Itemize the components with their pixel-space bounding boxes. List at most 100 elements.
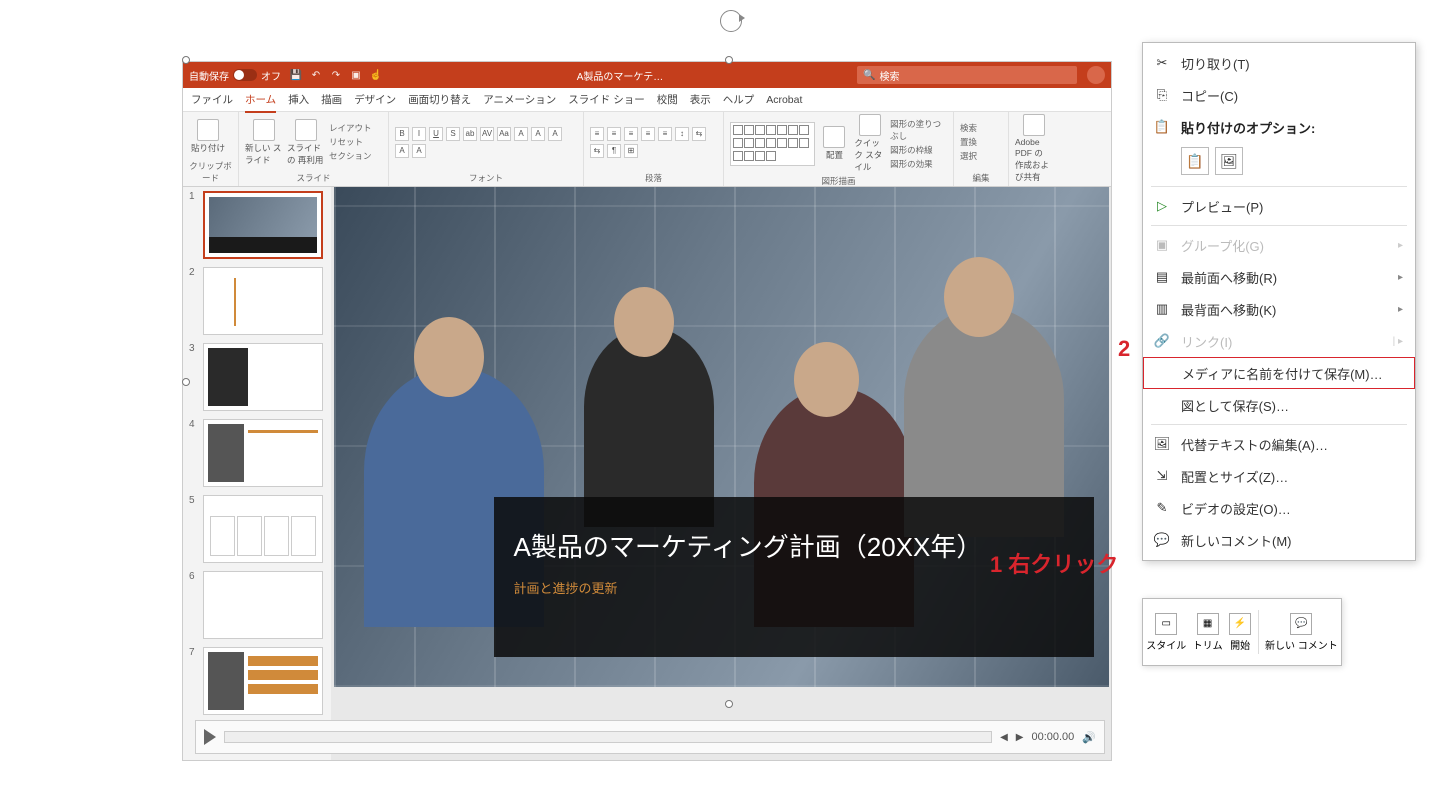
- annotation-1: 1 右クリック: [990, 547, 1118, 579]
- replace-button[interactable]: 置換: [960, 136, 977, 148]
- ctx-video-format[interactable]: ✎ビデオの設定(O)…: [1143, 492, 1415, 524]
- pdf-icon: [1023, 114, 1045, 136]
- group-paragraph: ≡≡≡≡≡↕⇆⇆¶⊞ 段落: [584, 112, 724, 186]
- trim-icon: ▦: [1197, 613, 1219, 635]
- adobe-pdf-button[interactable]: Adobe PDF の 作成および共有: [1015, 114, 1053, 183]
- blank-icon: [1153, 396, 1171, 414]
- trim-button[interactable]: ▦トリム: [1193, 613, 1223, 652]
- ctx-preview[interactable]: ▷プレビュー(P): [1143, 190, 1415, 222]
- ctx-group: ▣グループ化(G)▸: [1143, 229, 1415, 261]
- slide-thumb-6[interactable]: 6: [189, 571, 325, 639]
- toggle-icon: [233, 69, 257, 81]
- embedded-video[interactable]: A製品のマーケティング計画（20XX年） 計画と進捗の更新: [334, 187, 1109, 687]
- seek-track[interactable]: [224, 731, 992, 743]
- ctx-bring-front[interactable]: ▤最前面へ移動(R)▸: [1143, 261, 1415, 293]
- video-settings-icon: ✎: [1153, 499, 1171, 517]
- ctx-copy[interactable]: ⎘コピー(C): [1143, 79, 1415, 111]
- shape-effects[interactable]: 図形の効果: [890, 158, 947, 170]
- titlebar: 自動保存 オフ 💾 ↶ ↷ ▣ ☝ A製品のマーケテ… 🔍 検索: [183, 62, 1111, 88]
- tab-insert[interactable]: 挿入: [288, 92, 309, 107]
- start-button[interactable]: ⚡開始: [1229, 613, 1251, 652]
- reset-button[interactable]: リセット: [329, 136, 372, 148]
- tab-home[interactable]: ホーム: [245, 92, 276, 107]
- touch-icon[interactable]: ☝: [369, 68, 383, 82]
- reuse-slide-icon: [295, 119, 317, 141]
- comment-icon: 💬: [1153, 531, 1171, 549]
- tab-design[interactable]: デザイン: [354, 92, 396, 107]
- context-menu: ✂切り取り(T) ⎘コピー(C) 📋貼り付けのオプション: 📋 🖼 ▷プレビュー…: [1142, 42, 1416, 561]
- selection-handle[interactable]: [725, 56, 733, 64]
- ctx-link: 🔗リンク(I)| ▸: [1143, 325, 1415, 357]
- style-button[interactable]: ▭スタイル: [1146, 613, 1186, 652]
- selection-handle[interactable]: [725, 700, 733, 708]
- ctx-paste-header: 📋貼り付けのオプション:: [1143, 111, 1415, 143]
- font-controls[interactable]: BIUSabAVAaAAAAA: [395, 127, 565, 158]
- new-comment-button[interactable]: 💬新しい コメント: [1265, 613, 1338, 652]
- slide-thumb-3[interactable]: 3: [189, 343, 325, 411]
- group-drawing: 配置 クイック スタイル 図形の塗りつぶし 図形の枠線 図形の効果 図形描画: [724, 112, 954, 186]
- step-back-button[interactable]: ◀: [1000, 732, 1008, 743]
- rotate-handle[interactable]: [720, 10, 742, 32]
- search-box[interactable]: 🔍 検索: [857, 66, 1077, 84]
- ctx-cut[interactable]: ✂切り取り(T): [1143, 47, 1415, 79]
- play-button[interactable]: [204, 729, 216, 745]
- tab-help[interactable]: ヘルプ: [723, 92, 755, 107]
- slide-thumb-7[interactable]: 7: [189, 647, 325, 715]
- slide-thumb-2[interactable]: 2: [189, 267, 325, 335]
- find-button[interactable]: 検索: [960, 122, 977, 134]
- shape-fill[interactable]: 図形の塗りつぶし: [890, 118, 947, 142]
- ctx-size-position[interactable]: ⇲配置とサイズ(Z)…: [1143, 460, 1415, 492]
- link-icon: 🔗: [1153, 332, 1171, 350]
- arrange-button[interactable]: 配置: [819, 126, 851, 161]
- paste-picture[interactable]: 🖼: [1215, 147, 1243, 175]
- reuse-slide-button[interactable]: スライドの 再利用: [287, 119, 325, 166]
- tab-file[interactable]: ファイル: [191, 92, 233, 107]
- select-button[interactable]: 選択: [960, 150, 977, 162]
- paragraph-controls[interactable]: ≡≡≡≡≡↕⇆⇆¶⊞: [590, 127, 717, 158]
- slide-canvas[interactable]: A製品のマーケティング計画（20XX年） 計画と進捗の更新: [331, 187, 1111, 760]
- shapes-gallery[interactable]: [730, 122, 815, 166]
- shape-outline[interactable]: 図形の枠線: [890, 144, 947, 156]
- section-button[interactable]: セクション: [329, 150, 372, 162]
- slide-thumb-1[interactable]: 1: [189, 191, 325, 259]
- tab-review[interactable]: 校閲: [657, 92, 678, 107]
- step-forward-button[interactable]: ▶: [1016, 732, 1024, 743]
- autosave-label: 自動保存: [189, 68, 229, 83]
- ctx-save-media[interactable]: メディアに名前を付けて保存(M)…: [1143, 357, 1415, 389]
- tab-animations[interactable]: アニメーション: [483, 92, 556, 107]
- account-avatar[interactable]: [1087, 66, 1105, 84]
- ctx-send-back[interactable]: ▥最背面へ移動(K)▸: [1143, 293, 1415, 325]
- tab-transitions[interactable]: 画面切り替え: [408, 92, 471, 107]
- ribbon-tabs: ファイル ホーム 挿入 描画 デザイン 画面切り替え アニメーション スライド …: [183, 88, 1111, 112]
- tab-slideshow[interactable]: スライド ショー: [568, 92, 644, 107]
- save-icon[interactable]: 💾: [289, 68, 303, 82]
- ctx-new-comment[interactable]: 💬新しいコメント(M): [1143, 524, 1415, 556]
- ctx-alt-text[interactable]: 🖼代替テキストの編集(A)…: [1143, 428, 1415, 460]
- slide-thumb-4[interactable]: 4: [189, 419, 325, 487]
- redo-icon[interactable]: ↷: [329, 68, 343, 82]
- quickstyle-button[interactable]: クイック スタイル: [854, 114, 886, 173]
- quick-access-toolbar: 💾 ↶ ↷ ▣ ☝: [289, 68, 383, 82]
- autosave-toggle[interactable]: 自動保存 オフ: [189, 68, 281, 83]
- paste-button[interactable]: 貼り付け: [189, 119, 227, 154]
- clipboard-icon: 📋: [1153, 118, 1171, 136]
- document-title: A製品のマーケテ…: [383, 68, 857, 83]
- tab-draw[interactable]: 描画: [321, 92, 342, 107]
- start-icon[interactable]: ▣: [349, 68, 363, 82]
- volume-icon[interactable]: 🔊: [1082, 731, 1096, 744]
- undo-icon[interactable]: ↶: [309, 68, 323, 82]
- paste-keep-source[interactable]: 📋: [1181, 147, 1209, 175]
- start-icon: ⚡: [1229, 613, 1251, 635]
- slide-thumbnail-panel[interactable]: 1 2 3 4 5 6 7: [183, 187, 331, 760]
- group-clipboard: 貼り付け クリップボード: [183, 112, 239, 186]
- selection-handle[interactable]: [182, 378, 190, 386]
- tab-view[interactable]: 表示: [690, 92, 711, 107]
- ctx-save-picture[interactable]: 図として保存(S)…: [1143, 389, 1415, 421]
- layout-button[interactable]: レイアウト: [329, 122, 372, 134]
- group-editing: 検索 置換 選択 編集: [954, 112, 1009, 186]
- selection-handle[interactable]: [182, 56, 190, 64]
- slide-thumb-5[interactable]: 5: [189, 495, 325, 563]
- group-slides: 新しい スライド スライドの 再利用 レイアウト リセット セクション スライド: [239, 112, 389, 186]
- new-slide-button[interactable]: 新しい スライド: [245, 119, 283, 166]
- tab-acrobat[interactable]: Acrobat: [766, 94, 802, 106]
